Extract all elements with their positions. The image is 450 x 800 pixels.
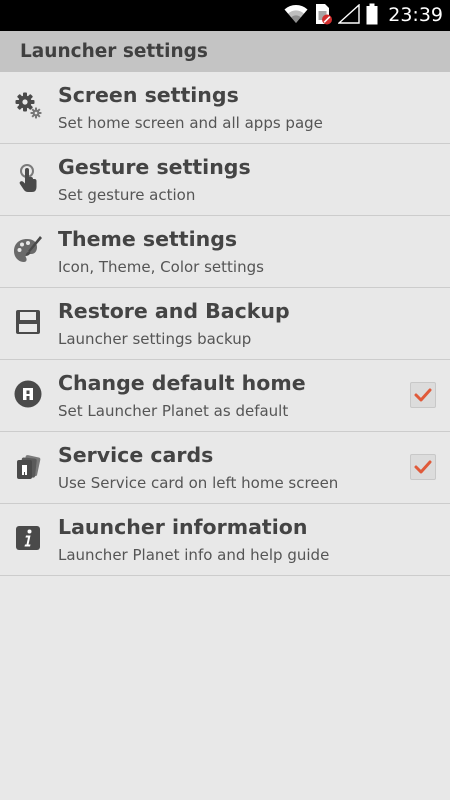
setting-title: Restore and Backup <box>58 299 290 323</box>
setting-title: Screen settings <box>58 83 239 107</box>
setting-title: Gesture settings <box>58 155 251 179</box>
setting-subtitle: Icon, Theme, Color settings <box>58 258 264 276</box>
default-home-checkbox[interactable] <box>410 382 436 408</box>
launcher-home-icon <box>13 379 43 409</box>
palette-brush-icon <box>13 235 43 265</box>
service-cards-checkbox[interactable] <box>410 454 436 480</box>
setting-title: Launcher information <box>58 515 308 539</box>
setting-subtitle: Use Service card on left home screen <box>58 474 339 492</box>
setting-screen-settings[interactable]: Screen settings Set home screen and all … <box>0 72 450 144</box>
setting-subtitle: Set Launcher Planet as default <box>58 402 289 420</box>
status-time: 23:39 <box>388 4 443 26</box>
setting-gesture-settings[interactable]: Gesture settings Set gesture action <box>0 144 450 216</box>
app-header: Launcher settings <box>0 31 450 72</box>
setting-restore-backup[interactable]: Restore and Backup Launcher settings bac… <box>0 288 450 360</box>
checkmark-icon <box>414 460 432 474</box>
setting-subtitle: Set home screen and all apps page <box>58 114 323 132</box>
status-bar: 23:39 <box>0 0 450 31</box>
setting-subtitle: Set gesture action <box>58 186 196 204</box>
service-cards-icon <box>13 451 43 481</box>
gear-icon <box>13 91 43 121</box>
setting-subtitle: Launcher settings backup <box>58 330 252 348</box>
setting-title: Theme settings <box>58 227 238 251</box>
hand-touch-icon <box>13 163 43 193</box>
info-icon <box>13 523 43 553</box>
setting-theme-settings[interactable]: Theme settings Icon, Theme, Color settin… <box>0 216 450 288</box>
page-title: Launcher settings <box>20 41 208 62</box>
setting-launcher-information[interactable]: Launcher information Launcher Planet inf… <box>0 504 450 576</box>
wifi-icon <box>284 4 308 28</box>
checkmark-icon <box>414 388 432 402</box>
setting-title: Change default home <box>58 371 306 395</box>
sim-card-no-service-icon <box>314 3 333 29</box>
setting-title: Service cards <box>58 443 214 467</box>
floppy-disk-icon <box>13 307 43 337</box>
settings-list: Screen settings Set home screen and all … <box>0 72 450 576</box>
signal-icon <box>337 2 360 28</box>
setting-service-cards[interactable]: Service cards Use Service card on left h… <box>0 432 450 504</box>
battery-icon <box>366 3 378 29</box>
status-icons: 23:39 <box>284 0 443 31</box>
setting-change-default-home[interactable]: Change default home Set Launcher Planet … <box>0 360 450 432</box>
setting-subtitle: Launcher Planet info and help guide <box>58 546 330 564</box>
